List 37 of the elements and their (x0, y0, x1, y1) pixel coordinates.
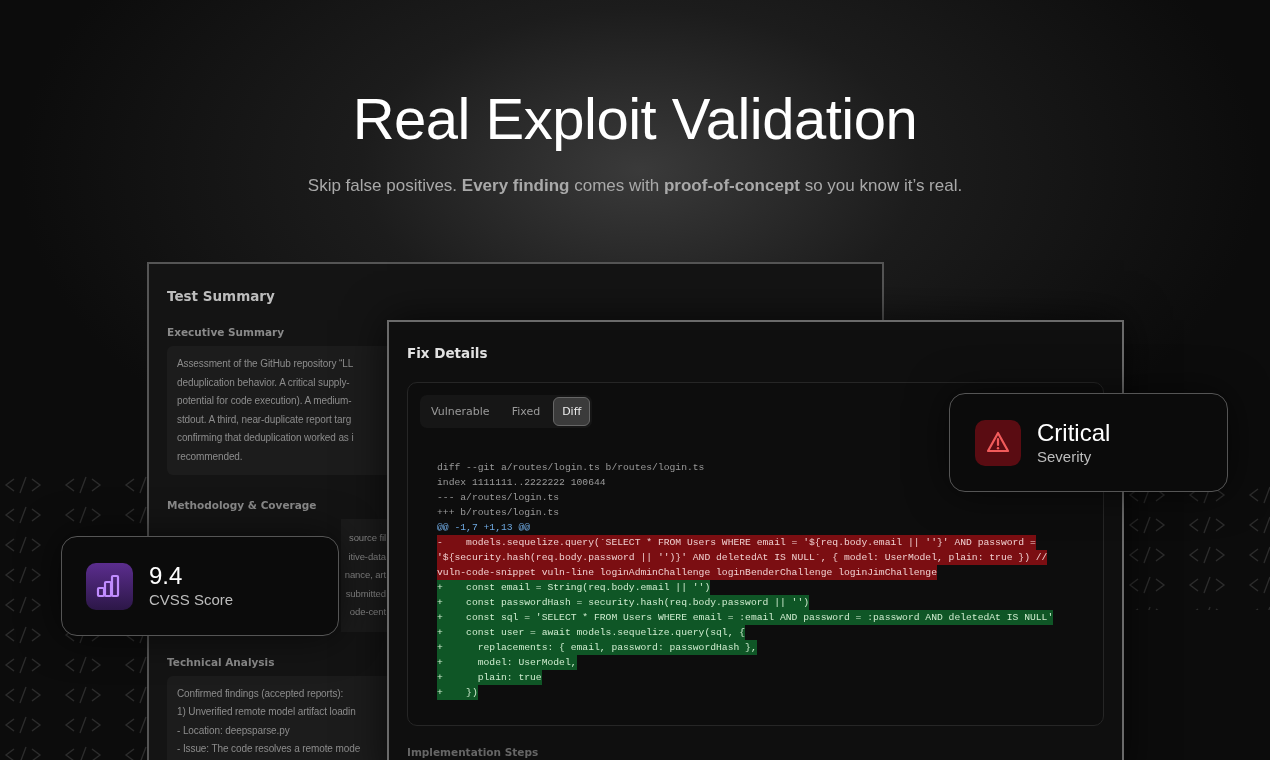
score-label: CVSS Score (149, 590, 234, 610)
section-heading: Executive Summary (167, 326, 286, 338)
tab[interactable]: Vulnerable (422, 397, 499, 426)
summary-text-line: - Location: deepsparse.py (177, 723, 291, 738)
tab[interactable]: Fixed (502, 397, 550, 426)
severity-value: Critical (1037, 418, 1111, 447)
summary-text-line: Confirmed findings (accepted reports): (177, 686, 345, 701)
warning-icon (975, 419, 1021, 466)
summary-text-line: confirming that deduplication worked as i (177, 431, 355, 445)
card-title: Fix Details (407, 345, 489, 361)
code-line: @@ -1,7 +1,13 @@ (437, 521, 530, 535)
summary-text-line: stdout. A third, near-duplicate report targ (177, 412, 353, 427)
summary-text-line: source fil (349, 531, 386, 545)
summary-text-line: deduplication behavior. A critical supply- (177, 375, 351, 390)
score-value: 9.4 (149, 562, 184, 590)
code-line: index 1111111..2222222 100644 (437, 476, 606, 490)
code-line: +++ b/routes/login.ts (437, 506, 560, 520)
summary-text-line: nance, art (344, 568, 386, 582)
code-line: diff --git a/routes/login.ts b/routes/login.ts (437, 461, 705, 475)
summary-text-line: submitted (345, 586, 386, 601)
section-heading: Technical Analysis (167, 655, 276, 668)
card-title: Test Summary (167, 288, 276, 304)
summary-text-line: potential for code execution). A medium- (177, 394, 353, 408)
summary-text-line: Assessment of the GitHub repository “LL (177, 357, 355, 371)
summary-text-line: ode-cent (349, 605, 386, 619)
section-heading: Methodology & Coverage (167, 499, 318, 511)
section-heading: Implementation Steps (407, 746, 540, 758)
page-subtitle: Skip false positives. Every finding comes with proof-of-concept so you know it’s real. (307, 176, 963, 196)
summary-text-line: recommended. (177, 449, 244, 464)
severity-label: Severity (1037, 446, 1093, 467)
code-line: --- a/routes/login.ts (437, 491, 560, 505)
bar-chart-icon (86, 562, 133, 610)
summary-text-line: 1) Unverified remote model artifact loadin (177, 705, 357, 719)
tab[interactable]: Diff (553, 397, 591, 426)
summary-text-line: itive-data (348, 549, 386, 564)
page-title: Real Exploit Validation (352, 85, 918, 153)
summary-text-line: - Issue: The code resolves a remote mode (177, 742, 362, 756)
